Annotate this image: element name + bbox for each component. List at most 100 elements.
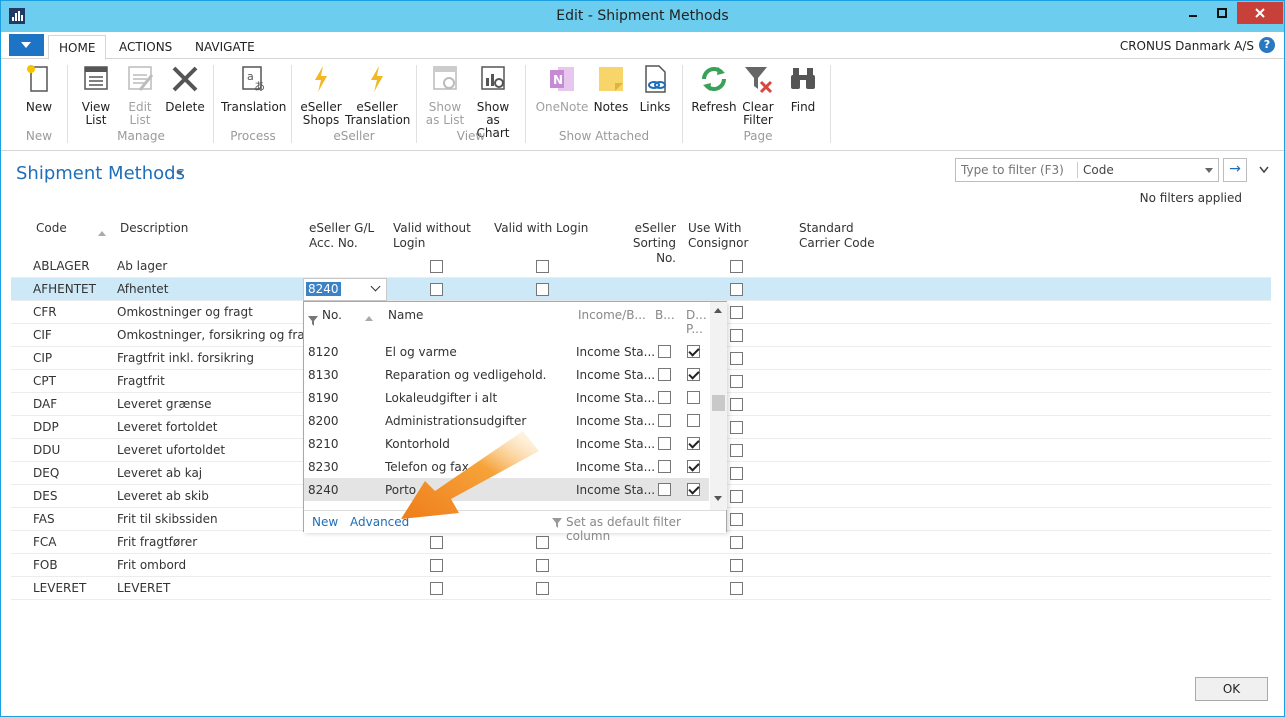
- lookup-row[interactable]: 8130 Reparation og vedligehold. Income S…: [304, 363, 709, 386]
- column-header-gl-acc[interactable]: eSeller G/L Acc. No.: [309, 221, 374, 251]
- lookup-b-checkbox[interactable]: [658, 460, 671, 473]
- valid-with-login-checkbox[interactable]: [536, 283, 549, 296]
- column-header-use-with-consignor[interactable]: Use With Consignor: [688, 221, 748, 251]
- set-default-filter-column-link[interactable]: Set as default filter column: [566, 515, 726, 543]
- table-row[interactable]: FOB Frit ombord: [11, 554, 1271, 577]
- lookup-d-checkbox[interactable]: [687, 368, 700, 381]
- code-cell[interactable]: DAF: [33, 397, 57, 411]
- scroll-down-icon[interactable]: [714, 496, 722, 501]
- delete-button[interactable]: Delete: [165, 63, 205, 114]
- use-with-consignor-checkbox[interactable]: [730, 467, 743, 480]
- gl-acc-edit-field[interactable]: 8240: [303, 278, 387, 301]
- description-cell[interactable]: Leveret fortoldet: [117, 420, 218, 434]
- use-with-consignor-checkbox[interactable]: [730, 490, 743, 503]
- description-cell[interactable]: Frit til skibssiden: [117, 512, 218, 526]
- links-button[interactable]: Links: [637, 63, 673, 114]
- scrollbar-thumb[interactable]: [712, 395, 725, 411]
- column-header-code[interactable]: Code: [36, 221, 67, 236]
- lookup-new-link[interactable]: New: [312, 515, 338, 529]
- lookup-row[interactable]: 8200 Administrationsudgifter Income Sta.…: [304, 409, 709, 432]
- lookup-b-checkbox[interactable]: [658, 368, 671, 381]
- valid-without-login-checkbox[interactable]: [430, 536, 443, 549]
- lookup-advanced-link[interactable]: Advanced: [350, 515, 409, 529]
- filter-funnel-icon[interactable]: [308, 316, 318, 326]
- tab-home[interactable]: HOME: [48, 35, 107, 60]
- description-cell[interactable]: Omkostninger, forsikring og fragt: [117, 328, 317, 342]
- valid-with-login-checkbox[interactable]: [536, 559, 549, 572]
- apply-filter-arrow-icon[interactable]: →: [1223, 158, 1247, 182]
- filter-input[interactable]: [961, 163, 1071, 177]
- lookup-b-checkbox[interactable]: [658, 345, 671, 358]
- tab-navigate[interactable]: NAVIGATE: [185, 35, 265, 60]
- page-title[interactable]: Shipment Methods: [16, 163, 185, 184]
- use-with-consignor-checkbox[interactable]: [730, 513, 743, 526]
- description-cell[interactable]: Ab lager: [117, 259, 167, 273]
- valid-without-login-checkbox[interactable]: [430, 260, 443, 273]
- lookup-scrollbar[interactable]: [710, 302, 727, 510]
- description-cell[interactable]: Leveret ab skib: [117, 489, 209, 503]
- notes-button[interactable]: Notes: [593, 63, 629, 114]
- description-cell[interactable]: Fragtfrit: [117, 374, 165, 388]
- edit-list-button[interactable]: Edit List: [121, 63, 159, 127]
- code-cell[interactable]: AFHENTET: [33, 282, 96, 296]
- code-cell[interactable]: CPT: [33, 374, 56, 388]
- code-cell[interactable]: DDU: [33, 443, 60, 457]
- lookup-row[interactable]: 8230 Telefon og fax Income Sta...: [304, 455, 709, 478]
- table-row-selected[interactable]: AFHENTET Afhentet: [11, 278, 1271, 301]
- lookup-d-checkbox[interactable]: [687, 391, 700, 404]
- lookup-row[interactable]: 8210 Kontorhold Income Sta...: [304, 432, 709, 455]
- code-cell[interactable]: FAS: [33, 512, 55, 526]
- column-header-valid-with-login[interactable]: Valid with Login: [494, 221, 588, 236]
- valid-without-login-checkbox[interactable]: [430, 283, 443, 296]
- use-with-consignor-checkbox[interactable]: [730, 559, 743, 572]
- valid-with-login-checkbox[interactable]: [536, 582, 549, 595]
- code-cell[interactable]: ABLAGER: [33, 259, 90, 273]
- use-with-consignor-checkbox[interactable]: [730, 352, 743, 365]
- use-with-consignor-checkbox[interactable]: [730, 582, 743, 595]
- expand-filter-pane-icon[interactable]: [1259, 163, 1269, 177]
- lookup-header-d[interactable]: D... P...: [686, 308, 707, 336]
- use-with-consignor-checkbox[interactable]: [730, 421, 743, 434]
- lookup-d-checkbox[interactable]: [687, 460, 700, 473]
- code-cell[interactable]: FCA: [33, 535, 57, 549]
- show-as-list-button[interactable]: Show as List: [425, 63, 465, 127]
- column-header-standard-carrier-code[interactable]: Standard Carrier Code: [799, 221, 875, 251]
- tab-actions[interactable]: ACTIONS: [109, 35, 182, 60]
- column-header-valid-without-login[interactable]: Valid without Login: [393, 221, 471, 251]
- clear-filter-button[interactable]: Clear Filter: [739, 63, 777, 127]
- use-with-consignor-checkbox[interactable]: [730, 283, 743, 296]
- use-with-consignor-checkbox[interactable]: [730, 444, 743, 457]
- eseller-translation-button[interactable]: eSeller Translation: [345, 63, 410, 127]
- eseller-shops-button[interactable]: eSeller Shops: [299, 63, 343, 127]
- lookup-b-checkbox[interactable]: [658, 483, 671, 496]
- code-cell[interactable]: FOB: [33, 558, 58, 572]
- chevron-down-icon[interactable]: [1205, 168, 1213, 173]
- minimize-button[interactable]: [1179, 2, 1207, 24]
- column-header-description[interactable]: Description: [120, 221, 188, 236]
- description-cell[interactable]: Afhentet: [117, 282, 168, 296]
- code-cell[interactable]: LEVERET: [33, 581, 86, 595]
- lookup-d-checkbox[interactable]: [687, 345, 700, 358]
- translation-button[interactable]: a あ Translation: [221, 63, 286, 114]
- maximize-button[interactable]: [1208, 2, 1236, 24]
- lookup-row[interactable]: 8190 Lokaleudgifter i alt Income Sta...: [304, 386, 709, 409]
- valid-with-login-checkbox[interactable]: [536, 536, 549, 549]
- onenote-button[interactable]: N OneNote: [535, 63, 589, 114]
- table-row[interactable]: ABLAGER Ab lager: [11, 255, 1271, 278]
- valid-without-login-checkbox[interactable]: [430, 559, 443, 572]
- view-list-button[interactable]: View List: [77, 63, 115, 127]
- help-icon[interactable]: ?: [1259, 37, 1275, 53]
- code-cell[interactable]: DDP: [33, 420, 59, 434]
- use-with-consignor-checkbox[interactable]: [730, 260, 743, 273]
- gl-acc-selected-value[interactable]: 8240: [306, 282, 341, 296]
- code-cell[interactable]: DES: [33, 489, 57, 503]
- description-cell[interactable]: Leveret grænse: [117, 397, 212, 411]
- lookup-b-checkbox[interactable]: [658, 391, 671, 404]
- lookup-d-checkbox[interactable]: [687, 414, 700, 427]
- use-with-consignor-checkbox[interactable]: [730, 398, 743, 411]
- lookup-b-checkbox[interactable]: [658, 414, 671, 427]
- new-button[interactable]: New: [21, 63, 57, 114]
- lookup-header-name[interactable]: Name: [388, 308, 423, 322]
- chevron-down-icon[interactable]: [370, 281, 381, 292]
- code-cell[interactable]: CIF: [33, 328, 52, 342]
